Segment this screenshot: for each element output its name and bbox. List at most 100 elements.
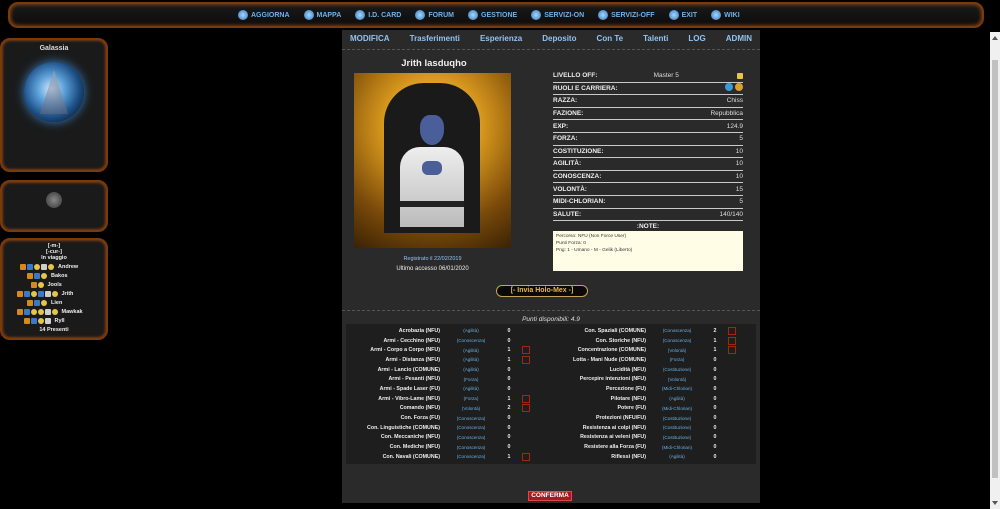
nav-servizi-off[interactable]: SERVIZI-OFF (598, 10, 655, 20)
online-user-row[interactable]: Ryll (2, 316, 106, 325)
nav-mappa[interactable]: MAPPA (303, 10, 341, 20)
scroll-thumb[interactable] (992, 60, 998, 478)
skill-name: Armi - Lancio (COMUNE) (377, 366, 440, 373)
skill-value: 0 (713, 356, 717, 363)
tab-trasferimenti[interactable]: Trasferimenti (410, 34, 460, 49)
stat-row: EXP: 124.9 (553, 120, 743, 133)
skill-stat: (Midi-Chlorian) (661, 386, 693, 392)
skill-value: 1 (713, 337, 717, 344)
tab-con-te[interactable]: Con Te (597, 34, 624, 49)
nav-i-d-card[interactable]: I.D. CARD (355, 10, 401, 20)
skill-value: 0 (713, 405, 717, 412)
online-user-name[interactable]: Lien (51, 300, 81, 306)
status-icon (34, 263, 40, 270)
confirm-button[interactable]: CONFERMA (528, 491, 572, 501)
nav-forum[interactable]: FORUM (415, 10, 454, 20)
online-user-name[interactable]: Ryll (55, 318, 85, 324)
skill-name: Armi - Spade Laser (FU) (379, 385, 440, 392)
status-icon (27, 272, 33, 279)
online-user-name[interactable]: Bakos (51, 273, 81, 279)
skill-stat: (Costituzione) (662, 367, 692, 373)
nav-label: EXIT (681, 11, 698, 19)
online-user-row[interactable]: Andrew (2, 262, 106, 271)
stat-value: 10 (735, 160, 743, 168)
nav-wiki[interactable]: WIKI (711, 10, 740, 20)
skill-increase-checkbox[interactable] (522, 404, 530, 413)
online-user-row[interactable]: Lien (2, 298, 106, 307)
galaxy-map-image[interactable] (24, 62, 84, 122)
tab-log[interactable]: LOG (688, 34, 705, 49)
skill-row: Armi - Distanza (NFU) (Agilità) 1 (344, 355, 552, 365)
skill-value: 0 (507, 434, 511, 441)
skill-stat: (Conoscenza) (456, 434, 486, 440)
top-navigation-bar: AGGIORNA MAPPA I.D. CARD FORUM GESTIONE SERVI… (8, 2, 984, 28)
skill-row: Armi - Vibro-Lame (NFU) (Forza) 1 (344, 394, 552, 404)
skill-increase-checkbox[interactable] (728, 336, 736, 345)
online-user-name[interactable]: Andrew (58, 264, 88, 270)
status-icon (37, 290, 44, 297)
skill-value: 0 (713, 395, 717, 402)
send-holo-mex-button[interactable]: [- Invia Holo-Mex -] (496, 285, 588, 297)
tab-admin[interactable]: ADMIN (726, 34, 752, 49)
registration-date: Registrato il 22/02/2019 (403, 256, 462, 262)
skill-increase-checkbox[interactable] (522, 355, 530, 364)
skill-name: Con. Storiche (NFU) (595, 337, 646, 344)
status-icon (51, 308, 58, 315)
skill-value: 2 (507, 405, 511, 412)
online-user-name[interactable]: Jrith (62, 291, 92, 297)
career-badge-icon[interactable] (735, 83, 743, 92)
role-badge-icon[interactable] (725, 83, 733, 92)
nav-exit[interactable]: EXIT (668, 10, 698, 20)
scroll-down-icon[interactable] (992, 501, 998, 505)
note-line: Punti Forza: 0 (556, 241, 586, 246)
skill-row: Concentrazione (COMUNE) (Volontà) 1 (550, 345, 758, 355)
skill-value: 0 (507, 337, 511, 344)
skill-increase-checkbox (728, 424, 736, 432)
tab-talenti[interactable]: Talenti (643, 34, 668, 49)
online-user-row[interactable]: Jools (2, 280, 106, 289)
online-user-row[interactable]: Bakos (2, 271, 106, 280)
tab-esperienza[interactable]: Esperienza (480, 34, 522, 49)
wiki-icon (711, 10, 722, 20)
skill-increase-checkbox[interactable] (728, 346, 736, 355)
nav-label: SERVIZI-OFF (611, 11, 655, 19)
skill-stat: (Midi-Chlorian) (661, 444, 693, 450)
skill-increase-checkbox[interactable] (522, 452, 530, 461)
stat-value: Master 5 (653, 72, 679, 80)
status-icon (20, 263, 26, 270)
skill-increase-checkbox (728, 395, 736, 403)
nav-servizi-on[interactable]: SERVIZI-ON (531, 10, 584, 20)
skill-name: Acrobazia (NFU) (398, 327, 440, 334)
tab-modifica[interactable]: MODIFICA (350, 34, 390, 49)
skill-stat: (Conoscenza) (456, 415, 486, 421)
skill-stat: (Conoscenza) (456, 444, 486, 450)
stat-label: FAZIONE: (553, 110, 584, 118)
online-user-row[interactable]: Mawkak (2, 307, 106, 316)
id-card-icon (355, 10, 366, 20)
skill-stat: (Volontà) (667, 347, 687, 353)
skill-name: Lotta - Mani Nude (COMUNE) (573, 356, 646, 363)
skill-increase-checkbox (522, 366, 530, 374)
nav-aggiorna[interactable]: AGGIORNA (238, 10, 290, 20)
skill-increase-checkbox (728, 453, 736, 461)
logo-panel (0, 180, 108, 232)
last-access: Ultimo accesso 06/01/2020 (396, 266, 469, 272)
skill-row: Potere (FU) (Midi-Chlorian) 0 (550, 404, 758, 414)
online-user-list: Andrew Bakos Jools Jrith Lien Mawkak Ryll (2, 262, 106, 325)
tab-deposito[interactable]: Deposito (542, 34, 576, 49)
online-user-name[interactable]: Mawkak (62, 309, 92, 315)
skill-stat: (Conoscenza) (662, 328, 692, 334)
skill-increase-checkbox (522, 337, 530, 345)
nav-gestione[interactable]: GESTIONE (468, 10, 517, 20)
online-user-name[interactable]: Jools (48, 282, 78, 288)
skill-increase-checkbox[interactable] (728, 326, 736, 335)
page-scrollbar[interactable] (990, 32, 1000, 509)
skill-row: Acrobazia (NFU) (Agilità) 0 (344, 326, 552, 336)
scroll-up-icon[interactable] (992, 36, 998, 40)
skill-increase-checkbox[interactable] (522, 346, 530, 355)
skill-stat: (Agilità) (463, 328, 479, 334)
online-user-row[interactable]: Jrith (2, 289, 106, 298)
skill-increase-checkbox (522, 327, 530, 335)
skill-increase-checkbox[interactable] (522, 394, 530, 403)
level-icon (737, 72, 743, 79)
